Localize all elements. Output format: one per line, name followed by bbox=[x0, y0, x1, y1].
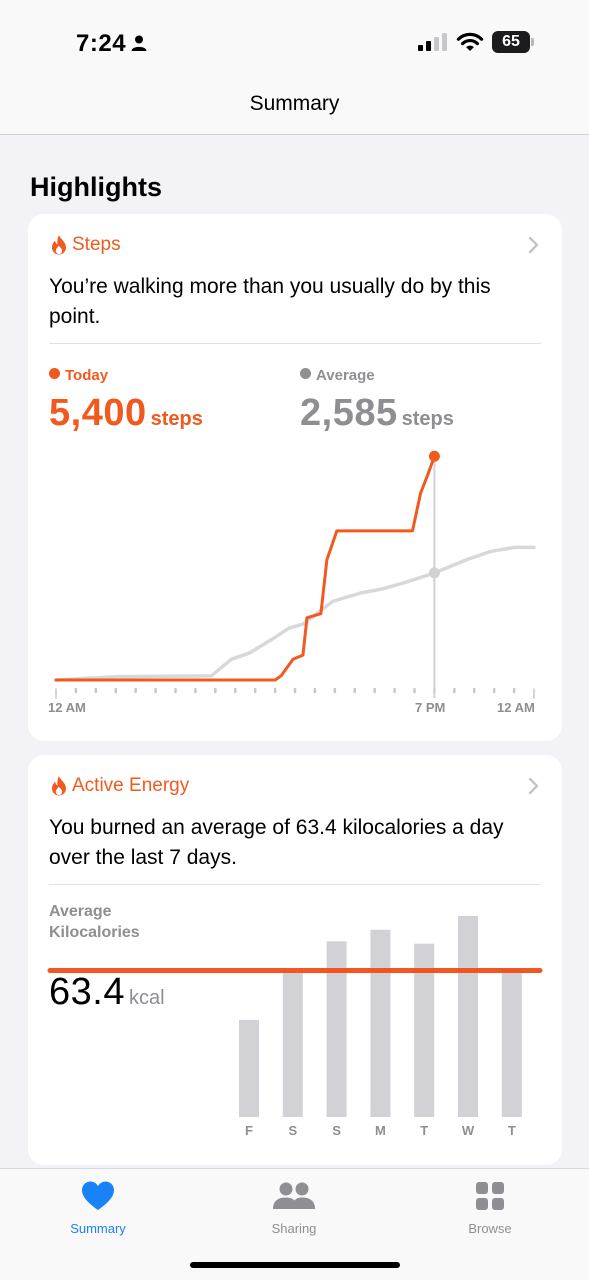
cellular-signal-icon bbox=[418, 33, 447, 51]
grid-icon bbox=[476, 1182, 504, 1210]
average-legend-label: Average bbox=[316, 367, 375, 384]
today-steps-unit: steps bbox=[150, 408, 203, 430]
energy-bar-day-label: T bbox=[420, 1123, 428, 1138]
x-axis-label-7pm: 7 PM bbox=[415, 700, 446, 715]
chevron-right-icon[interactable] bbox=[528, 777, 540, 795]
energy-bar bbox=[282, 971, 303, 1117]
energy-bar-day-label: S bbox=[288, 1123, 297, 1138]
average-steps-unit: steps bbox=[401, 408, 454, 430]
energy-bar-day-label: M bbox=[375, 1123, 386, 1138]
divider bbox=[49, 343, 541, 344]
energy-bar-day-label: F bbox=[245, 1123, 253, 1138]
average-steps-value: 2,585 steps bbox=[300, 392, 454, 435]
energy-bar bbox=[239, 1019, 259, 1117]
x-axis-label-end: 12 AM bbox=[497, 700, 535, 715]
average-legend-dot bbox=[300, 368, 311, 379]
average-steps-line bbox=[54, 545, 536, 682]
divider bbox=[49, 884, 541, 885]
navigation-bar: Summary bbox=[0, 80, 589, 135]
energy-card-header: Active Energy bbox=[50, 775, 189, 797]
energy-bar bbox=[458, 915, 478, 1117]
energy-card-title: Active Energy bbox=[72, 775, 190, 796]
today-steps-value: 5,400 steps bbox=[49, 392, 203, 435]
battery-level: 65 bbox=[492, 31, 530, 53]
today-legend-label: Today bbox=[65, 367, 109, 384]
average-current-point bbox=[428, 567, 440, 579]
tab-sharing[interactable]: Sharing bbox=[234, 1179, 354, 1236]
flame-icon bbox=[52, 776, 66, 796]
tab-sharing-label: Sharing bbox=[271, 1221, 317, 1236]
energy-bar-day-label: S bbox=[332, 1123, 341, 1138]
energy-bar-day-label: T bbox=[508, 1123, 516, 1138]
battery-icon: 65 bbox=[492, 31, 534, 53]
today-legend-dot bbox=[49, 368, 60, 379]
energy-bar bbox=[370, 929, 391, 1117]
today-steps-line bbox=[54, 454, 436, 682]
steps-card-header: Steps bbox=[50, 234, 121, 256]
home-indicator bbox=[190, 1262, 400, 1268]
steps-card-message: You’re walking more than you usually do … bbox=[49, 275, 491, 328]
energy-bar-day-label: W bbox=[462, 1123, 475, 1138]
today-steps-number: 5,400 bbox=[49, 392, 147, 434]
section-title-highlights: Highlights bbox=[30, 172, 162, 202]
x-axis-label-start: 12 AM bbox=[48, 700, 86, 715]
page-title: Summary bbox=[249, 92, 340, 115]
average-steps-number: 2,585 bbox=[300, 392, 398, 434]
tab-summary[interactable]: Summary bbox=[38, 1179, 158, 1236]
tab-browse[interactable]: Browse bbox=[430, 1179, 550, 1236]
active-energy-highlight-card[interactable]: Active Energy You burned an average of 6… bbox=[28, 755, 562, 1165]
heart-icon bbox=[82, 1181, 114, 1210]
tab-browse-label: Browse bbox=[468, 1221, 512, 1236]
status-time: 7:24 bbox=[76, 30, 127, 57]
today-current-point bbox=[428, 450, 440, 462]
status-bar: 7:24 65 bbox=[0, 0, 589, 80]
today-legend: Today bbox=[49, 367, 108, 384]
person-icon bbox=[131, 35, 147, 51]
people-icon bbox=[273, 1182, 315, 1209]
flame-icon bbox=[52, 235, 66, 255]
energy-card-message: You burned an average of 63.4 kilocalori… bbox=[49, 816, 504, 869]
steps-card-title: Steps bbox=[72, 234, 121, 255]
energy-bar bbox=[326, 941, 347, 1117]
steps-highlight-card[interactable]: Steps You’re walking more than you usual… bbox=[28, 214, 562, 741]
energy-bar bbox=[501, 969, 522, 1117]
chevron-right-icon[interactable] bbox=[528, 236, 540, 254]
wifi-icon bbox=[456, 32, 484, 51]
energy-bar-chart: FSSMTWT bbox=[47, 915, 543, 1138]
average-legend: Average bbox=[300, 367, 375, 384]
steps-line-chart bbox=[54, 450, 536, 699]
tab-summary-label: Summary bbox=[70, 1221, 126, 1236]
